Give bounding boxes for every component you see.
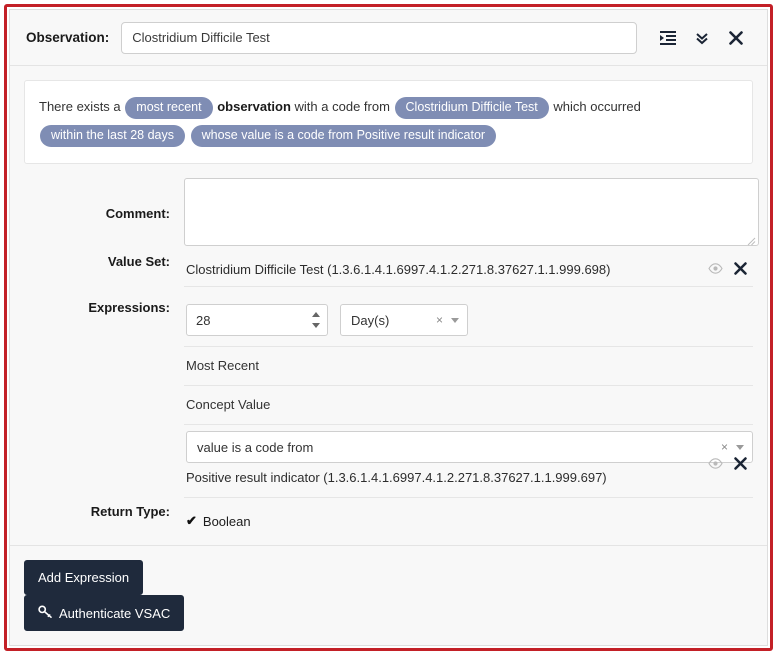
value-operator-select[interactable]: value is a code from × [186, 431, 753, 463]
phrase-mid: with a code from [294, 99, 390, 114]
eye-icon[interactable] [708, 263, 723, 274]
value-operator-value-set-text: Positive result indicator (1.3.6.1.4.1.6… [186, 470, 607, 485]
eye-icon[interactable] [708, 458, 723, 469]
pill-value-expression[interactable]: whose value is a code from Positive resu… [190, 124, 497, 147]
comment-row: Comment: [24, 178, 759, 246]
value-operator-value: value is a code from [197, 439, 314, 455]
value-set-field: Clostridium Difficile Test (1.3.6.1.4.1.… [184, 254, 753, 287]
authenticate-vsac-row: Authenticate VSAC [24, 595, 767, 631]
expressions-label: Expressions: [88, 300, 170, 315]
expressions-row: Expressions: 28 Day(s) × Most Recent Con… [24, 300, 753, 498]
pill-value-set[interactable]: Clostridium Difficile Test [394, 96, 549, 119]
expression-most-recent-label: Most Recent [186, 358, 259, 373]
comment-label: Comment: [105, 206, 170, 221]
pill-most-recent[interactable]: most recent [125, 96, 213, 119]
panel-header: Observation: [10, 10, 767, 66]
header-icon-group [651, 23, 753, 53]
value-expression-row-actions [708, 457, 747, 470]
phrase-suffix: which occurred [553, 99, 641, 114]
comment-textarea[interactable] [184, 178, 759, 246]
expression-row-concept-value: Concept Value [184, 386, 753, 425]
comment-textarea-wrapper [184, 178, 759, 246]
remove-value-set-icon[interactable] [734, 262, 747, 275]
authenticate-vsac-label: Authenticate VSAC [59, 605, 171, 621]
return-type-value-wrapper: ✔ Boolean [184, 504, 753, 538]
unit-select[interactable]: Day(s) × [340, 304, 468, 336]
remove-value-expression-icon[interactable] [734, 457, 747, 470]
expression-concept-value-label: Concept Value [186, 397, 271, 412]
expressions-field: Day(s) × Most Recent [184, 300, 753, 498]
expression-row-most-recent: Most Recent [184, 347, 753, 386]
return-type-label: Return Type: [90, 504, 170, 519]
spinner-icon[interactable] [312, 312, 321, 328]
expression-row-value-code: value is a code from × Positive result i… [184, 425, 753, 498]
add-expression-row: Add Expression [24, 560, 767, 595]
pill-timing[interactable]: within the last 28 days [40, 124, 185, 147]
timing-controls: Day(s) × [184, 300, 753, 346]
observation-label: Observation: [26, 30, 110, 45]
authenticate-vsac-button[interactable]: Authenticate VSAC [24, 595, 185, 631]
app-screen: Observation: Clostridium Difficile Test … [0, 0, 777, 655]
angle-double-down-icon[interactable] [685, 23, 719, 53]
close-icon[interactable] [719, 23, 753, 53]
value-operator-block: value is a code from × Positive result i… [184, 425, 753, 497]
observation-name-input[interactable] [121, 21, 637, 54]
panel-body: There exists a most recent observation w… [10, 66, 767, 545]
spinner-down-icon[interactable] [312, 323, 320, 328]
timing-expression-row: Day(s) × [184, 300, 753, 347]
human-readable-phrase: There exists a most recent observation w… [24, 80, 753, 164]
chevron-down-icon[interactable] [736, 444, 744, 450]
chevron-down-icon[interactable] [451, 317, 459, 323]
value-set-row-actions [708, 262, 747, 275]
phrase-observation: observation [217, 99, 291, 114]
phrase-prefix: There exists a [39, 99, 121, 114]
return-type-value: Boolean [202, 513, 251, 529]
quantity-stepper-wrapper [186, 304, 328, 336]
key-icon [38, 605, 52, 621]
unit-select-value: Day(s) [351, 312, 390, 328]
value-operator-clear-icon[interactable]: × [721, 441, 728, 453]
return-type-field: ✔ Boolean [184, 504, 753, 538]
spinner-up-icon[interactable] [312, 312, 320, 317]
return-type-row: Return Type: ✔ Boolean [24, 504, 753, 544]
value-set-text: Clostridium Difficile Test (1.3.6.1.4.1.… [186, 262, 611, 277]
check-icon: ✔ [186, 513, 197, 528]
quantity-stepper[interactable] [186, 304, 328, 336]
add-expression-button[interactable]: Add Expression [24, 560, 144, 595]
unit-select-clear-icon[interactable]: × [436, 314, 443, 326]
panel-footer: Add Expression Authenticate VSAC [10, 545, 767, 645]
comment-field [184, 178, 759, 246]
indent-list-icon[interactable] [651, 23, 685, 53]
observation-panel: Observation: Clostridium Difficile Test … [9, 9, 768, 646]
value-set-row: Value Set: Clostridium Difficile Test (1… [24, 254, 753, 294]
value-set-label: Value Set: [107, 254, 170, 269]
observation-panel-error-frame: Observation: Clostridium Difficile Test … [4, 4, 773, 651]
add-expression-label: Add Expression [38, 570, 130, 585]
form-area: Comment: Value Set: Clostridium Difficil… [10, 164, 767, 544]
